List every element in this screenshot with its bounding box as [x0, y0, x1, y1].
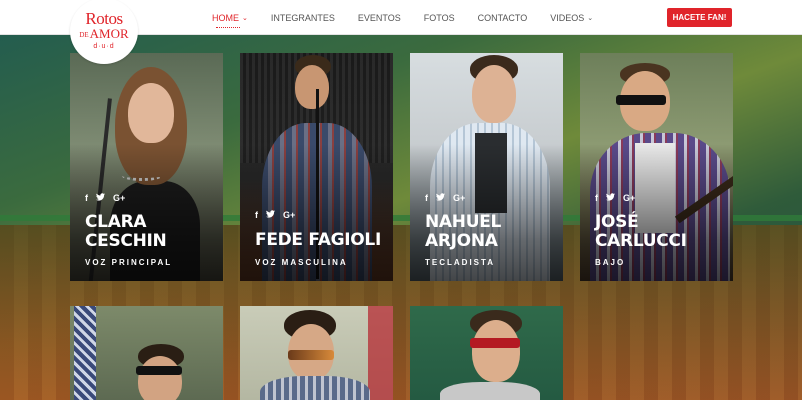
logo-tagline: d·u·d — [93, 42, 115, 50]
nav-integrantes-label: INTEGRANTES — [270, 12, 335, 23]
facebook-icon[interactable]: f — [85, 193, 88, 203]
twitter-icon[interactable] — [96, 193, 105, 203]
nav-home-label: HOME — [212, 12, 239, 23]
member-photo — [410, 306, 563, 400]
google-plus-icon[interactable]: G+ — [453, 193, 465, 203]
facebook-icon[interactable]: f — [255, 210, 258, 220]
member-card-clara[interactable]: f G+ CLARA CESCHIN VOZ PRINCIPAL — [70, 53, 223, 281]
google-plus-icon[interactable]: G+ — [623, 193, 635, 203]
nav-fotos[interactable]: FOTOS — [424, 13, 455, 23]
member-name: JOSÉ CARLUCCI — [595, 213, 687, 251]
person-face — [138, 356, 182, 400]
social-links: f G+ — [425, 193, 465, 203]
nav-eventos[interactable]: EVENTOS — [358, 13, 401, 23]
member-name: NAHUEL ARJONA — [425, 213, 501, 251]
person-face — [295, 65, 329, 109]
member-name-line1: CLARA — [85, 212, 147, 232]
main-nav: HOME ⌄ INTEGRANTES EVENTOS FOTOS CONTACT… — [212, 0, 616, 35]
red-panel — [368, 306, 393, 400]
member-card-row2-1[interactable] — [70, 306, 223, 400]
member-name-line2: CARLUCCI — [595, 231, 687, 251]
person-body — [440, 382, 540, 400]
person-face — [472, 65, 516, 123]
sunglasses — [136, 366, 182, 375]
logo-line1: Rotos — [85, 9, 123, 29]
member-name-line1: JOSÉ — [595, 212, 639, 232]
social-links: f G+ — [85, 193, 125, 203]
nav-videos[interactable]: VIDEOS ⌄ — [550, 13, 593, 23]
person-face — [472, 320, 520, 382]
facebook-icon[interactable]: f — [425, 193, 428, 203]
member-role: VOZ PRINCIPAL — [85, 258, 173, 267]
hacete-fan-button[interactable]: HACETE FAN! — [667, 8, 732, 27]
nav-eventos-label: EVENTOS — [357, 12, 401, 23]
twitter-icon[interactable] — [606, 193, 615, 203]
member-name-line1: NAHUEL — [425, 212, 502, 232]
member-name: FEDE FAGIOLI — [255, 231, 381, 250]
member-role: BAJO — [595, 258, 626, 267]
raised-arm — [74, 306, 96, 400]
person-body — [260, 376, 370, 400]
member-card-fede[interactable]: f G+ FEDE FAGIOLI VOZ MASCULINA — [240, 53, 393, 281]
member-card-nahuel[interactable]: f G+ NAHUEL ARJONA TECLADISTA — [410, 53, 563, 281]
member-photo — [70, 306, 223, 400]
google-plus-icon[interactable]: G+ — [113, 193, 125, 203]
google-plus-icon[interactable]: G+ — [283, 210, 295, 220]
member-photo — [240, 306, 393, 400]
sunglasses — [470, 338, 520, 348]
sunglasses — [288, 350, 334, 360]
social-links: f G+ — [255, 210, 295, 220]
facebook-icon[interactable]: f — [595, 193, 598, 203]
nav-fotos-label: FOTOS — [423, 12, 455, 23]
logo-small-text: DE — [79, 30, 89, 39]
social-links: f G+ — [595, 193, 635, 203]
member-name-line1: FEDE FAGIOLI — [255, 230, 381, 250]
nav-home[interactable]: HOME ⌄ — [212, 12, 248, 28]
member-card-jose[interactable]: f G+ JOSÉ CARLUCCI BAJO — [580, 53, 733, 281]
member-card-row2-2[interactable] — [240, 306, 393, 400]
twitter-icon[interactable] — [436, 193, 445, 203]
member-card-row2-3[interactable] — [410, 306, 563, 400]
member-name: CLARA CESCHIN — [85, 213, 167, 251]
chevron-down-icon: ⌄ — [587, 14, 594, 22]
sunglasses — [616, 95, 666, 105]
logo-line2-text: AMOR — [89, 26, 129, 42]
twitter-icon[interactable] — [266, 210, 275, 220]
member-name-line2: ARJONA — [425, 231, 498, 251]
nav-contacto[interactable]: CONTACTO — [478, 13, 528, 23]
logo-line2: DEAMOR — [79, 27, 128, 42]
chevron-down-icon: ⌄ — [242, 14, 248, 22]
person-face — [128, 83, 174, 143]
nav-integrantes[interactable]: INTEGRANTES — [271, 13, 335, 23]
member-role: TECLADISTA — [425, 258, 496, 267]
nav-contacto-label: CONTACTO — [477, 12, 528, 23]
member-role: VOZ MASCULINA — [255, 258, 348, 267]
member-name-line2: CESCHIN — [85, 231, 167, 251]
site-logo[interactable]: Rotos DEAMOR d·u·d — [70, 0, 138, 64]
nav-videos-label: VIDEOS — [550, 12, 585, 23]
